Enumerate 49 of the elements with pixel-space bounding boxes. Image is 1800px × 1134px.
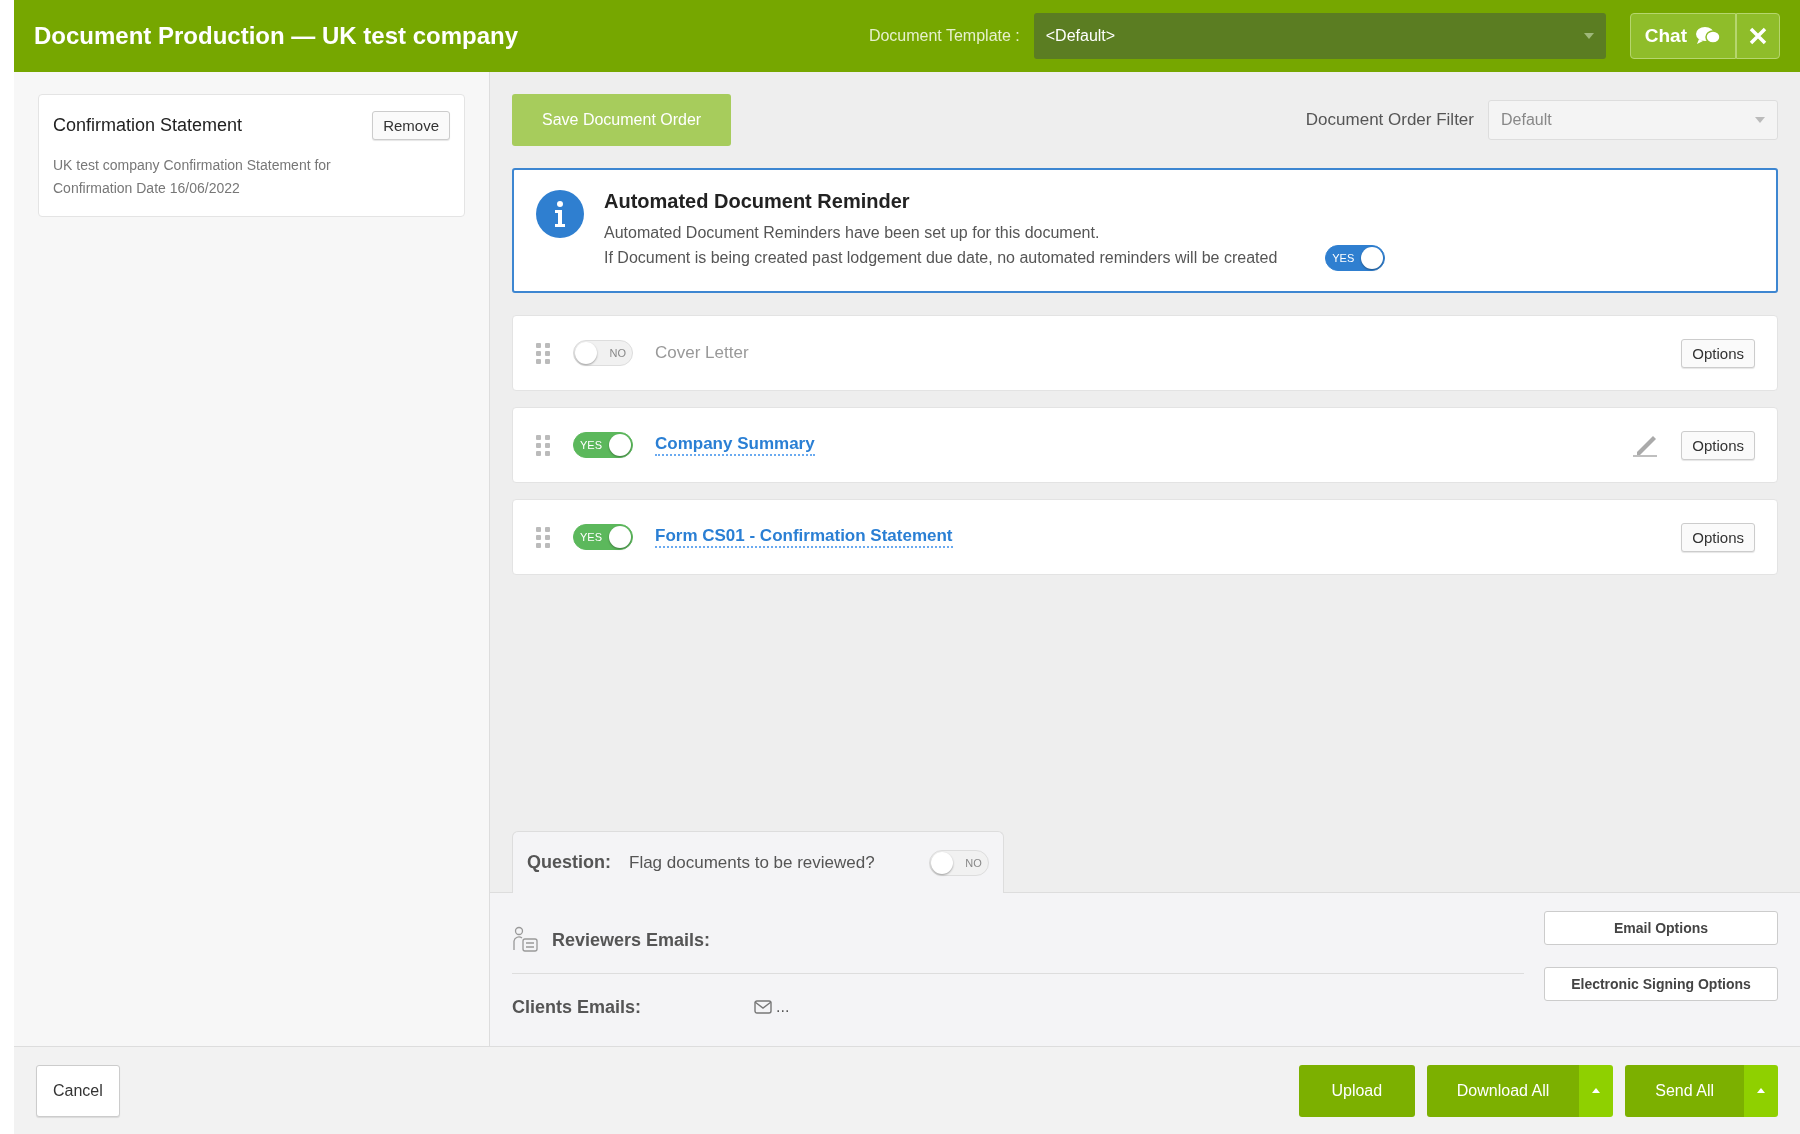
clients-label: Clients Emails: (512, 996, 643, 1018)
remove-button[interactable]: Remove (372, 111, 450, 140)
options-button[interactable]: Electronic Signing Options (1544, 967, 1778, 1001)
drag-handle-icon (535, 434, 551, 456)
document-link[interactable]: Company Summary (655, 434, 815, 456)
filter-label: Document Order Filter (1305, 110, 1474, 130)
cancel-button[interactable]: Cancel (36, 1064, 120, 1117)
reviewer-icon (512, 926, 540, 954)
reminder-text: If Document is being created past lodgement due date, no automated reminders will be created (604, 248, 1278, 268)
chat-bubbles-icon (1695, 25, 1721, 47)
chat-button[interactable]: Chat (1629, 13, 1736, 59)
card-title: Confirmation Statement (53, 115, 243, 136)
action-button[interactable]: Send All (1625, 1064, 1744, 1117)
caret-icon (1592, 1088, 1601, 1093)
document-title: Cover Letter (655, 343, 749, 363)
question-label: Question: (527, 852, 611, 873)
drag-handle-icon (535, 342, 551, 364)
reviewers-label: Reviewers Emails: (552, 929, 711, 951)
dropdown-button[interactable] (1744, 1064, 1778, 1117)
toggle-switch[interactable]: NO (928, 849, 989, 876)
toggle-switch[interactable]: YES (573, 432, 633, 458)
clients-value: ... (776, 998, 790, 1016)
toggle-switch[interactable]: YES (1325, 245, 1386, 271)
caret-icon (1757, 1088, 1765, 1093)
window-title: Document Production — UK test company (34, 22, 520, 50)
drag-handle-icon (535, 526, 551, 548)
close-icon (1749, 27, 1767, 45)
caret-icon (1583, 33, 1594, 39)
template-label: Document Template : (868, 27, 1020, 45)
card-description: UK test company Confirmation Statement for Confirmation Date 16/06/2022 (53, 156, 332, 198)
action-button[interactable]: Upload (1298, 1064, 1415, 1117)
reminder-title: Automated Document Reminder (604, 190, 911, 213)
options-button[interactable]: Options (1681, 338, 1755, 368)
info-icon (536, 190, 584, 238)
caret-icon (1755, 117, 1765, 123)
toggle-switch[interactable]: NO (573, 340, 633, 366)
options-button[interactable]: Email Options (1544, 911, 1778, 945)
toggle-switch[interactable]: YES (573, 524, 633, 550)
reminder-text: Automated Document Reminders have been set up for this document. (604, 223, 1101, 243)
action-button[interactable]: Download All (1426, 1064, 1580, 1117)
envelope-icon (754, 1000, 772, 1014)
options-button[interactable]: Options (1681, 430, 1755, 460)
template-select[interactable]: <Default> (1033, 13, 1606, 59)
options-button[interactable]: Options (1681, 522, 1755, 552)
filter-select[interactable]: Default (1488, 100, 1778, 140)
document-link[interactable]: Form CS01 - Confirmation Statement (655, 526, 953, 548)
dropdown-button[interactable] (1579, 1064, 1614, 1117)
question-text: Flag documents to be reviewed? (629, 852, 875, 873)
close-button[interactable] (1736, 13, 1780, 59)
